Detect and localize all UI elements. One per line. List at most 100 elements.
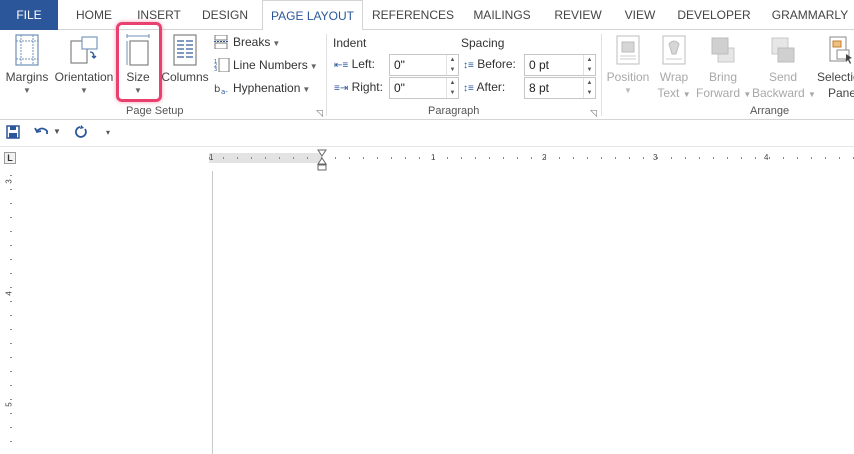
ruler-tick	[615, 157, 616, 159]
ruler-number: 1	[209, 153, 214, 162]
ruler-tick	[10, 189, 12, 190]
spinner-arrows-icon[interactable]: ▲ ▼	[583, 78, 595, 98]
page-setup-dialog-launcher-icon[interactable]: ◹	[316, 108, 323, 119]
selection-pane-label: Pane	[828, 86, 854, 100]
spacing-before-input[interactable]: 0 pt ▲ ▼	[524, 54, 596, 76]
send-label: Send	[768, 70, 798, 84]
spacing-after-value: 8 pt	[529, 81, 550, 95]
ruler-tick	[447, 157, 448, 159]
ruler-tick	[10, 399, 12, 400]
group-divider	[326, 34, 327, 116]
spinner-arrows-icon[interactable]: ▲ ▼	[583, 55, 595, 75]
margins-button[interactable]: Margins ▼	[4, 32, 50, 102]
tab-view[interactable]: VIEW	[618, 0, 662, 30]
document-page[interactable]	[212, 171, 854, 454]
ruler-tick	[363, 157, 364, 159]
orientation-label: Orientation	[54, 70, 114, 84]
ruler-tick	[279, 157, 280, 159]
vertical-ruler[interactable]: 3 4 5	[5, 175, 17, 454]
ruler-tick	[461, 157, 462, 159]
bring-forward-button[interactable]: Bring Forward ▼	[696, 32, 751, 102]
send-backward-button[interactable]: Send Backward ▼	[752, 32, 816, 102]
ruler-tick	[559, 157, 560, 159]
undo-dropdown-icon[interactable]: ▼	[53, 127, 61, 136]
indent-right-value: 0"	[394, 81, 405, 95]
selection-pane-icon	[828, 34, 854, 69]
ruler-tick	[587, 157, 588, 159]
bring-label: Bring	[708, 70, 737, 84]
paragraph-group-label: Paragraph	[428, 105, 480, 117]
wrap-text-label: Text ▼	[657, 86, 691, 100]
ruler-tick	[783, 157, 784, 159]
indent-right-input[interactable]: 0" ▲ ▼	[389, 77, 459, 99]
ruler-number: 1	[431, 153, 436, 162]
ruler-tick	[517, 157, 518, 159]
ruler-tick	[825, 157, 826, 159]
spinner-arrows-icon[interactable]: ▲ ▼	[446, 55, 458, 75]
horizontal-ruler[interactable]: 1 1 2 3 4	[209, 153, 854, 163]
ruler-tick	[769, 157, 770, 159]
indent-left-icon: ⇤≡	[334, 60, 349, 71]
ruler-tick	[377, 157, 378, 159]
ruler-tick	[10, 343, 12, 344]
ruler-tick	[839, 157, 840, 159]
ruler-tick	[293, 157, 294, 159]
ruler-tick	[475, 157, 476, 159]
spacing-after-input[interactable]: 8 pt ▲ ▼	[524, 77, 596, 99]
ruler-tick	[10, 231, 12, 232]
indent-left-input[interactable]: 0" ▲ ▼	[389, 54, 459, 76]
ruler-tick	[10, 273, 12, 274]
spinner-arrows-icon[interactable]: ▲ ▼	[446, 78, 458, 98]
columns-button[interactable]: Columns	[160, 32, 210, 102]
spacing-before-icon: ↕≡	[463, 60, 474, 71]
hyphenation-button[interactable]: b a- Hyphenation ▼	[214, 78, 310, 98]
ruler-tick	[489, 157, 490, 159]
ruler-number: 3	[653, 153, 658, 162]
ruler-tick	[811, 157, 812, 159]
indent-right-row: ≡⇥ Right: 0" ▲ ▼	[334, 77, 460, 99]
orientation-button[interactable]: Orientation ▼	[53, 32, 115, 102]
customize-toolbar-icon[interactable]: ▾	[106, 128, 110, 137]
save-icon[interactable]	[6, 125, 20, 142]
ruler-tick	[755, 157, 756, 159]
ruler-tick	[307, 157, 308, 159]
paragraph-dialog-launcher-icon[interactable]: ◹	[590, 108, 597, 119]
spacing-before-label: ↕≡ Before:	[463, 57, 516, 71]
line-numbers-button[interactable]: 123 Line Numbers ▼	[214, 55, 318, 75]
tab-references[interactable]: REFERENCES	[368, 0, 458, 30]
ruler-tick	[10, 203, 12, 204]
ruler-tick	[10, 315, 12, 316]
tab-selector[interactable]: L	[4, 152, 16, 164]
ruler-tick	[503, 157, 504, 159]
indent-left-label: ⇤≡ Left:	[334, 57, 375, 71]
chevron-down-icon: ▼	[272, 39, 281, 48]
chevron-down-icon: ▼	[302, 85, 311, 94]
undo-icon[interactable]	[34, 125, 50, 142]
tab-mailings[interactable]: MAILINGS	[466, 0, 538, 30]
tab-home[interactable]: HOME	[66, 0, 122, 30]
document-workspace: L 1 1 2 3 4 3 4 5	[0, 147, 854, 454]
position-button[interactable]: Position ▼	[604, 32, 652, 102]
ruler-tick	[741, 157, 742, 159]
tab-review[interactable]: REVIEW	[548, 0, 608, 30]
selection-pane-button[interactable]: Selection Pane	[814, 32, 854, 102]
tab-file[interactable]: FILE	[0, 0, 58, 30]
wrap-text-button[interactable]: Wrap Text ▼	[652, 32, 696, 102]
breaks-icon	[214, 34, 230, 50]
tab-page-layout[interactable]: PAGE LAYOUT	[262, 0, 363, 31]
tab-grammarly[interactable]: GRAMMARLY	[766, 0, 854, 30]
ruler-tick	[10, 329, 12, 330]
ruler-tick	[10, 385, 12, 386]
breaks-button[interactable]: Breaks ▼	[214, 32, 280, 52]
ruler-tick	[10, 217, 12, 218]
redo-icon[interactable]	[74, 125, 88, 142]
ruler-tick	[223, 157, 224, 159]
tab-developer[interactable]: DEVELOPER	[672, 0, 756, 30]
ruler-tick	[727, 157, 728, 159]
ruler-tick	[797, 157, 798, 159]
tab-design[interactable]: DESIGN	[196, 0, 254, 30]
margins-icon	[14, 34, 40, 69]
columns-label: Columns	[161, 70, 209, 84]
left-margin-area	[19, 171, 212, 454]
ruler-tick	[10, 259, 12, 260]
